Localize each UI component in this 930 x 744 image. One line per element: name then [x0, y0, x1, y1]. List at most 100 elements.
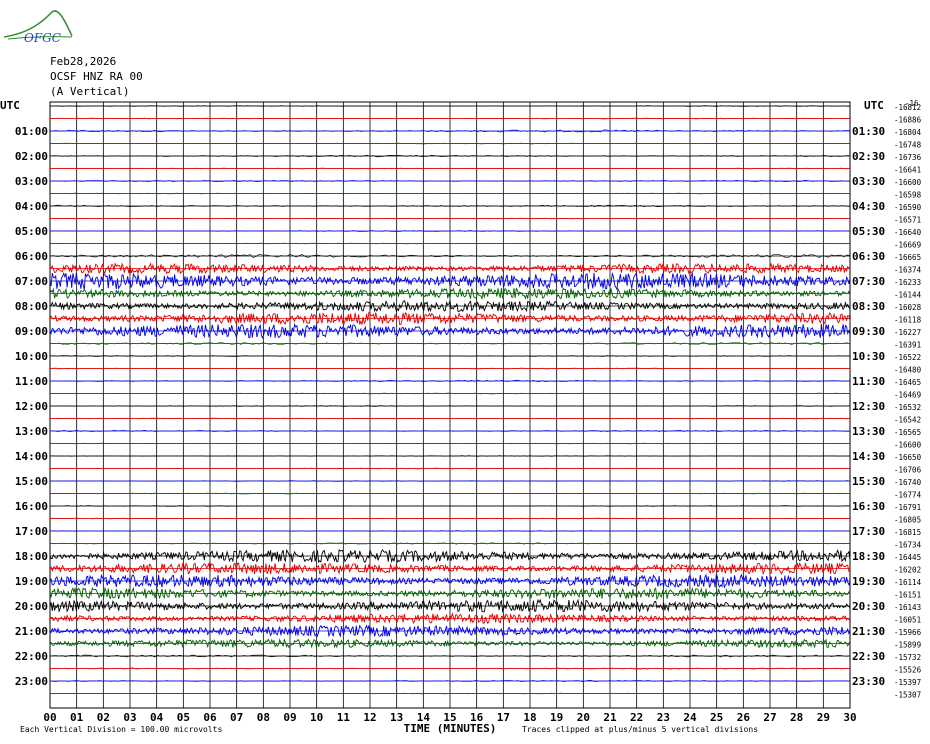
right-hour-label: 09:30	[852, 325, 885, 338]
trace-offset-label: -15307	[894, 691, 921, 700]
right-hour-label: 02:30	[852, 150, 885, 163]
x-tick-label: 17	[497, 711, 510, 724]
left-hour-label: 05:00	[15, 225, 48, 238]
footer-clip-note: Traces clipped at plus/minus 5 vertical …	[522, 725, 758, 734]
x-tick-label: 06	[203, 711, 217, 724]
right-hour-label: 01:30	[852, 125, 885, 138]
left-hour-label: 13:00	[15, 425, 48, 438]
trace-offset-label: -16542	[894, 416, 921, 425]
right-hour-label: 12:30	[852, 400, 885, 413]
trace-offset-label: -16233	[894, 278, 921, 287]
trace-offset-label: -16445	[894, 553, 921, 562]
right-hour-label: 10:30	[852, 350, 885, 363]
x-tick-label: 22	[630, 711, 643, 724]
trace-offset-label: -16144	[894, 291, 922, 300]
left-hour-label: 21:00	[15, 625, 48, 638]
x-tick-label: 27	[763, 711, 776, 724]
left-hour-label: 12:00	[15, 400, 48, 413]
x-tick-label: 03	[123, 711, 136, 724]
left-hour-label: 04:00	[15, 200, 48, 213]
trace-offset-label: -16590	[894, 203, 922, 212]
left-hour-label: 23:00	[15, 675, 48, 688]
trace-offset-label: -16480	[894, 366, 922, 375]
trace-offset-label: -16202	[894, 566, 921, 575]
right-hour-label: 14:30	[852, 450, 885, 463]
left-hour-label: 22:00	[15, 650, 48, 663]
x-tick-label: 11	[337, 711, 351, 724]
trace-offset-label: -16805	[894, 516, 921, 525]
right-hour-label: 18:30	[852, 550, 885, 563]
x-tick-label: 23	[657, 711, 670, 724]
trace-offset-label: -16774	[894, 491, 922, 500]
x-tick-label: 28	[790, 711, 803, 724]
helicorder-chart: 00 01 02 03 04 05 06 07 08 09 10 11 12 13 14 15 16 17 18 19…	[0, 99, 922, 735]
trace-offset-label: -16532	[894, 403, 921, 412]
left-hour-label: 15:00	[15, 475, 48, 488]
right-hour-label: 13:30	[852, 425, 885, 438]
trace-offset-label: -16114	[894, 578, 922, 587]
trace-offset-label: -16143	[894, 603, 921, 612]
trace-offset-label: -16565	[894, 428, 921, 437]
x-tick-label: 05	[177, 711, 190, 724]
trace-offset-label: -16748	[894, 141, 922, 150]
trace-offset-label: -16640	[894, 228, 922, 237]
x-tick-label: 12	[363, 711, 376, 724]
trace-offset-label: -16740	[894, 478, 922, 487]
x-tick-label: 01	[70, 711, 84, 724]
x-axis-title: TIME (MINUTES)	[404, 722, 497, 735]
left-hour-label: 17:00	[15, 525, 48, 538]
right-hour-label: 04:30	[852, 200, 885, 213]
trace-offset-label: -16391	[894, 341, 921, 350]
trace-offset-label: -15732	[894, 653, 921, 662]
trace-offset-label: -16650	[894, 453, 922, 462]
x-tick-label: 13	[390, 711, 403, 724]
trace-offset-label: -15397	[894, 678, 921, 687]
trace-offset-label: -16791	[894, 503, 921, 512]
trace-offset-label: -16571	[894, 216, 921, 225]
x-tick-label: 02	[97, 711, 110, 724]
trace-offset-label: -16051	[894, 616, 921, 625]
trace-offset-label: -16028	[894, 303, 922, 312]
trace-offset-label: -16118	[894, 316, 922, 325]
right-hour-label: 23:30	[852, 675, 885, 688]
trace-offset-label: -16522	[894, 353, 921, 362]
trace-offset-label: -16736	[894, 153, 922, 162]
right-hour-label: 08:30	[852, 300, 885, 313]
x-tick-label: 30	[843, 711, 856, 724]
right-top-label: -16	[905, 99, 919, 108]
left-hour-label: 08:00	[15, 300, 48, 313]
left-hour-label: 16:00	[15, 500, 48, 513]
right-hour-label: 03:30	[852, 175, 885, 188]
footer-scale-note: Each Vertical Division = 100.00 microvol…	[20, 725, 222, 734]
trace-offset-label: -16669	[894, 241, 921, 250]
x-tick-label: 00	[43, 711, 56, 724]
x-tick-label: 07	[230, 711, 243, 724]
left-hour-label: 02:00	[15, 150, 48, 163]
x-tick-label: 21	[603, 711, 617, 724]
x-tick-label: 25	[710, 711, 723, 724]
trace-offset-label: -16641	[894, 166, 921, 175]
left-hour-label: 14:00	[15, 450, 48, 463]
left-hour-label: 06:00	[15, 250, 48, 263]
x-tick-label: 09	[283, 711, 296, 724]
right-hour-label: 07:30	[852, 275, 885, 288]
left-hour-label: 18:00	[15, 550, 48, 563]
trace-offset-label: -15526	[894, 666, 922, 675]
trace-offset-label: -16600	[894, 441, 922, 450]
right-hour-label: 06:30	[852, 250, 885, 263]
left-hour-label: 19:00	[15, 575, 48, 588]
trace-offset-label: -15966	[894, 628, 922, 637]
utc-left-title: UTC	[0, 99, 20, 112]
trace-offset-label: -16665	[894, 253, 921, 262]
x-tick-label: 10	[310, 711, 323, 724]
trace-offset-label: -16151	[894, 591, 921, 600]
trace-offset-label: -16886	[894, 116, 922, 125]
utc-right-title: UTC	[864, 99, 884, 112]
right-hour-label: 20:30	[852, 600, 885, 613]
x-tick-label: 26	[737, 711, 751, 724]
right-hour-label: 11:30	[852, 375, 885, 388]
trace-offset-label: -16804	[894, 128, 922, 137]
left-hour-label: 20:00	[15, 600, 48, 613]
right-hour-label: 17:30	[852, 525, 885, 538]
x-tick-label: 18	[523, 711, 536, 724]
